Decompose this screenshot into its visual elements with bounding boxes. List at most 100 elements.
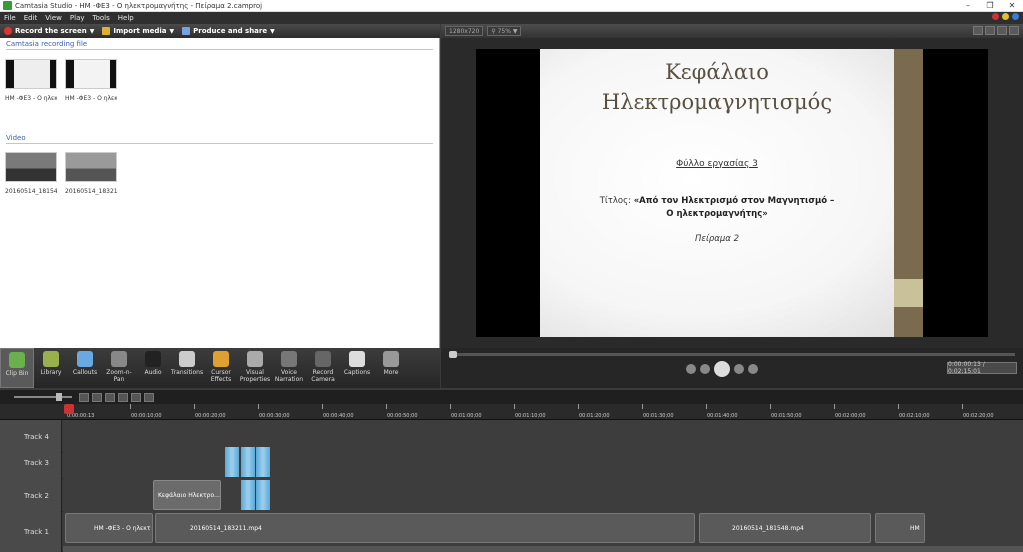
transition-marker[interactable] — [225, 447, 239, 477]
audio-icon — [145, 351, 161, 367]
transitions-icon — [179, 351, 195, 367]
ruler-tick-label: 00:00:20;00 — [195, 413, 226, 419]
jump-start-icon[interactable] — [686, 364, 696, 374]
track2-clip[interactable]: Κεφάλαιο Ηλεκτρο... — [153, 480, 221, 510]
chevron-down-icon: ▼ — [89, 27, 95, 35]
task-captions[interactable]: Captions — [340, 348, 374, 388]
help-icon[interactable] — [1009, 26, 1019, 35]
task-more[interactable]: More — [374, 348, 408, 388]
menu-help[interactable]: Help — [114, 14, 138, 22]
playhead[interactable] — [64, 404, 74, 414]
jump-end-icon[interactable] — [748, 364, 758, 374]
play-icon[interactable] — [714, 361, 730, 377]
minimize-icon[interactable]: – — [957, 0, 979, 12]
timeline-toolbar — [0, 390, 1023, 404]
video-thumb-1[interactable]: 20160514_181548.... — [5, 152, 57, 196]
detach-icon[interactable] — [973, 26, 983, 35]
zoom-slider[interactable] — [14, 393, 72, 401]
split-icon[interactable] — [118, 392, 128, 402]
track-lane[interactable]: Κεφάλαιο Ηλεκτρο... — [63, 479, 1023, 512]
undo-icon[interactable] — [79, 392, 89, 402]
ruler-tick-label: 00:02:20;00 — [963, 413, 994, 419]
task-voice-narration[interactable]: Voice Narration — [272, 348, 306, 388]
ruler-mark — [130, 404, 131, 409]
ruler-mark — [706, 404, 707, 409]
step-back-icon[interactable] — [700, 364, 710, 374]
transition-marker[interactable] — [241, 447, 255, 477]
ruler-mark — [322, 404, 323, 409]
produce-share-button[interactable]: Produce and share ▼ — [178, 24, 279, 38]
task-label: Record Camera — [311, 369, 335, 383]
task-cursor-effects[interactable]: Cursor Effects — [204, 348, 238, 388]
task-callouts[interactable]: Callouts — [68, 348, 102, 388]
track-2: Track 2 Κεφάλαιο Ηλεκτρο... — [0, 479, 1023, 512]
ruler-tick-label: 00:01:20;00 — [579, 413, 610, 419]
menu-view[interactable]: View — [41, 14, 66, 22]
task-zoom-n-pan[interactable]: Zoom-n-Pan — [102, 348, 136, 388]
zoom-n-pan-icon — [111, 351, 127, 367]
zoom-slider-handle[interactable] — [56, 393, 62, 401]
task-clip-bin[interactable]: Clip Bin — [0, 348, 34, 388]
paste-icon[interactable] — [144, 392, 154, 402]
preview-canvas[interactable]: Κεφάλαιο Ηλεκτρομαγνητισμός Φύλλο εργασί… — [476, 49, 988, 337]
help-icon[interactable] — [1012, 13, 1019, 20]
transition-marker[interactable] — [241, 480, 255, 510]
track-lane[interactable] — [63, 446, 1023, 479]
menu-file[interactable]: File — [0, 14, 20, 22]
track-label[interactable]: Track 2 — [0, 479, 62, 512]
seek-bar[interactable] — [449, 351, 1015, 358]
restore-icon[interactable]: ❐ — [979, 0, 1001, 12]
task-label: More — [383, 369, 399, 376]
cut-icon[interactable] — [105, 392, 115, 402]
recording-thumb-2[interactable]: ΗΜ -ΦΕ3 - Ο ηλεκτρομαγνήτη... — [65, 59, 117, 103]
redo-icon[interactable] — [92, 392, 102, 402]
tip-lightbulb-icon[interactable] — [1002, 13, 1009, 20]
task-label: Cursor Effects — [210, 369, 232, 383]
track1-clip-video-181548[interactable]: 20160514_181548.mp4 — [699, 513, 871, 543]
section-video-label: Video — [6, 134, 26, 142]
ruler-tick-label: 00:01:10;00 — [515, 413, 546, 419]
ruler-mark — [578, 404, 579, 409]
task-record-camera[interactable]: Record Camera — [306, 348, 340, 388]
seek-handle[interactable] — [449, 351, 457, 358]
track1-clip-video-183211[interactable]: 20160514_183211.mp4 — [155, 513, 695, 543]
fullscreen-icon[interactable] — [997, 26, 1007, 35]
ruler-tick-label: 00:01:30;00 — [643, 413, 674, 419]
video-thumb-2[interactable]: 20160514_183211.... — [65, 152, 117, 196]
notification-icon[interactable] — [992, 13, 999, 20]
transition-marker[interactable] — [256, 447, 270, 477]
task-visual-properties[interactable]: Visual Properties — [238, 348, 272, 388]
slide-title: Κεφάλαιο Ηλεκτρομαγνητισμός — [601, 60, 833, 114]
transition-marker[interactable] — [256, 480, 270, 510]
timeline-ruler[interactable]: 0:00:00:13 00:00:10;00 00:00:20;00 00:00:30… — [0, 404, 1023, 420]
task-label: Callouts — [72, 369, 98, 376]
track-label[interactable]: Track 3 — [0, 446, 62, 479]
record-screen-button[interactable]: Record the screen ▼ — [0, 24, 98, 38]
track1-clip-end[interactable]: ΗΜ — [875, 513, 925, 543]
snapshot-icon[interactable] — [985, 26, 995, 35]
task-audio[interactable]: Audio — [136, 348, 170, 388]
close-icon[interactable]: ✕ — [1001, 0, 1023, 12]
menu-tools[interactable]: Tools — [89, 14, 114, 22]
task-label: Voice Narration — [274, 369, 304, 383]
ruler-mark — [514, 404, 515, 409]
import-media-button[interactable]: Import media ▼ — [98, 24, 178, 38]
track1-clip-recording[interactable]: ΗΜ -ΦΕ3 - Ο ηλεκτ — [65, 513, 153, 543]
copy-icon[interactable] — [131, 392, 141, 402]
ruler-mark — [962, 404, 963, 409]
dimensions-dropdown[interactable]: 1280x720 — [445, 26, 484, 36]
menu-edit[interactable]: Edit — [20, 14, 42, 22]
task-transitions[interactable]: Transitions — [170, 348, 204, 388]
slide-worksheet: Φύλλο εργασίας 3 — [676, 159, 758, 169]
task-library[interactable]: Library — [34, 348, 68, 388]
zoom-dropdown[interactable]: ⚲ 75% ▼ — [487, 26, 522, 36]
menu-play[interactable]: Play — [66, 14, 89, 22]
camtasia-window: Camtasia Studio - ΗΜ -ΦΕ3 - Ο ηλεκτρομαγ… — [0, 0, 1023, 552]
ruler-mark — [898, 404, 899, 409]
step-forward-icon[interactable] — [734, 364, 744, 374]
record-icon — [4, 27, 12, 35]
recording-thumb-1[interactable]: ΗΜ -ΦΕ3 - Ο ηλεκτρομαγνήτη... — [5, 59, 57, 103]
ruler-tick-label: 00:01:50;00 — [771, 413, 802, 419]
timeline-scrollbar[interactable] — [63, 546, 1023, 552]
track-label[interactable]: Track 1 — [0, 512, 62, 552]
